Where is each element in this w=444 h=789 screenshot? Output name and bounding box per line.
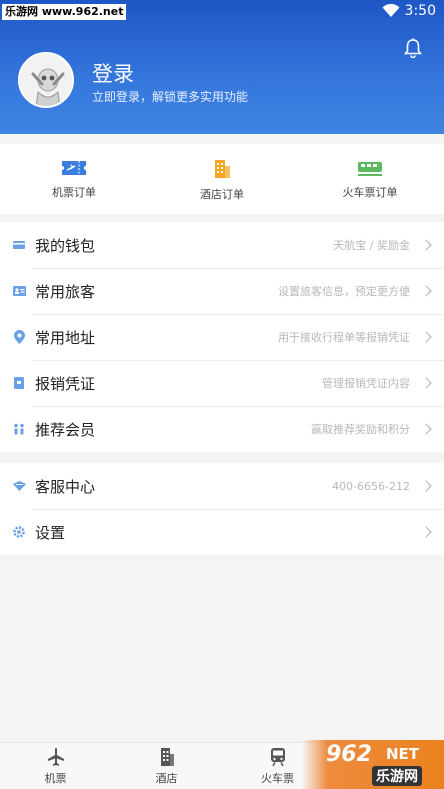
menu-label: 常用旅客	[35, 282, 96, 301]
menu-item-referral[interactable]: 推荐会员 赢取推荐奖励和积分	[0, 406, 444, 452]
menu-item-settings[interactable]: 设置	[0, 509, 444, 555]
tab-flights[interactable]: 机票	[0, 743, 111, 789]
airplane-icon	[47, 748, 64, 766]
menu-label: 推荐会员	[35, 420, 96, 439]
menu-label: 报销凭证	[35, 374, 96, 393]
chevron-right-icon	[420, 480, 432, 492]
notification-bell-icon[interactable]	[404, 38, 422, 58]
menu-label: 客服中心	[35, 477, 96, 496]
tab-label: 火车票	[261, 772, 294, 785]
orders-panel: 机票订单 酒店订单 火车票订单	[0, 144, 444, 214]
chevron-right-icon	[420, 526, 432, 538]
avatar[interactable]	[18, 52, 74, 108]
wallet-icon	[12, 238, 26, 252]
status-time: 3:50	[404, 3, 436, 19]
menu-item-receipts[interactable]: 报销凭证 管理报销凭证内容	[0, 360, 444, 406]
chevron-right-icon	[420, 331, 432, 343]
receipt-icon	[12, 376, 26, 390]
menu-label: 我的钱包	[35, 236, 96, 255]
location-pin-icon	[12, 330, 26, 344]
hotel-icon	[215, 160, 230, 178]
menu-item-addresses[interactable]: 常用地址 用于接收行程单等报销凭证	[0, 314, 444, 360]
menu-label: 设置	[35, 523, 66, 542]
site-watermark: 962 NET 乐游网	[302, 740, 444, 789]
chevron-right-icon	[420, 423, 432, 435]
flight-orders-button[interactable]: 机票订单	[0, 144, 148, 214]
menu-hint: 用于接收行程单等报销凭证	[278, 331, 410, 344]
avatar-mascot-icon	[20, 54, 72, 106]
referral-icon	[12, 422, 26, 436]
chevron-right-icon	[420, 377, 432, 389]
support-menu: 客服中心 400-6656-212 设置	[0, 463, 444, 555]
tab-label: 机票	[44, 772, 67, 785]
watermark-label: 乐游网 www.962.net	[2, 4, 127, 20]
tab-label: 酒店	[155, 772, 178, 785]
login-subtitle[interactable]: 立即登录，解锁更多实用功能	[92, 88, 248, 105]
customer-service-phone: 400-6656-212	[332, 479, 410, 493]
menu-item-customer-service[interactable]: 客服中心 400-6656-212	[0, 463, 444, 509]
watermark-cn: 乐游网	[372, 766, 422, 786]
menu-hint: 赢取推荐奖励和积分	[311, 423, 410, 436]
menu-hint: 天航宝 / 奖励金	[333, 239, 410, 252]
train-icon	[358, 162, 382, 176]
account-menu: 我的钱包 天航宝 / 奖励金 常用旅客 设置旅客信息，预定更方便 常用地址 用于…	[0, 222, 444, 452]
profile-header: 乐游网 www.962.net 3:50 登录 立即登录，解锁更多实用功能	[0, 0, 444, 134]
train-orders-label: 火车票订单	[342, 186, 398, 199]
watermark-suffix: NET	[386, 745, 420, 763]
menu-label: 常用地址	[35, 328, 96, 347]
chevron-right-icon	[420, 239, 432, 251]
hotel-orders-label: 酒店订单	[200, 188, 244, 201]
menu-item-travelers[interactable]: 常用旅客 设置旅客信息，预定更方便	[0, 268, 444, 314]
train-icon	[270, 748, 285, 767]
wifi-icon	[382, 4, 400, 17]
hotel-orders-button[interactable]: 酒店订单	[148, 144, 296, 214]
train-orders-button[interactable]: 火车票订单	[296, 144, 444, 214]
building-icon	[160, 748, 174, 766]
menu-item-wallet[interactable]: 我的钱包 天航宝 / 奖励金	[0, 222, 444, 268]
login-title[interactable]: 登录	[92, 58, 134, 88]
watermark-brand: 962	[326, 742, 372, 767]
settings-icon	[12, 525, 26, 539]
status-bar: 乐游网 www.962.net 3:50	[0, 0, 444, 24]
menu-hint: 设置旅客信息，预定更方便	[278, 285, 410, 298]
tab-hotels[interactable]: 酒店	[111, 743, 222, 789]
id-card-icon	[12, 284, 26, 298]
chevron-right-icon	[420, 285, 432, 297]
customer-service-icon	[12, 479, 26, 493]
flight-ticket-icon	[62, 161, 86, 175]
flight-orders-label: 机票订单	[52, 186, 96, 199]
menu-hint: 管理报销凭证内容	[322, 377, 410, 390]
